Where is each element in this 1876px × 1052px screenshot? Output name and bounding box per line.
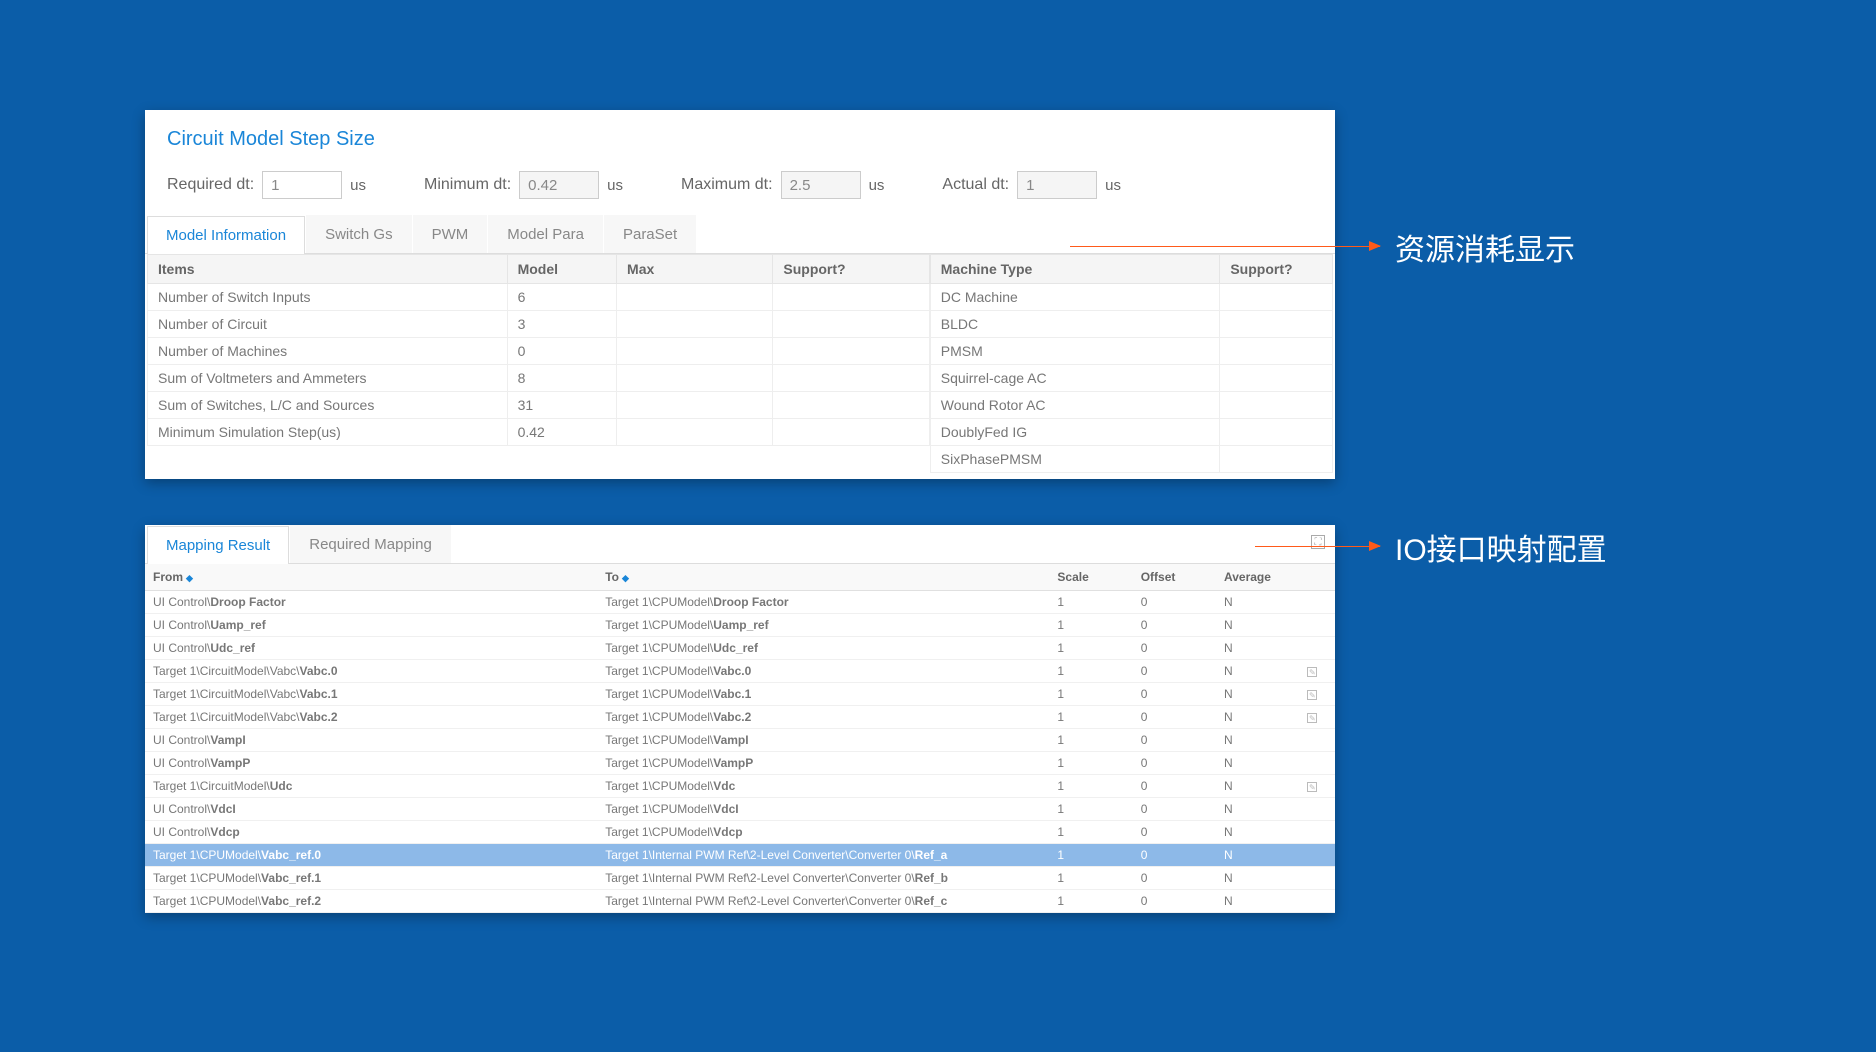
annotation-resource: 资源消耗显示	[1395, 225, 1575, 269]
sort-icon[interactable]: ◆	[622, 573, 629, 583]
mapping-row[interactable]: Target 1\CircuitModel\Vabc\Vabc.1Target …	[145, 683, 1335, 706]
col-scale[interactable]: Scale	[1049, 564, 1132, 591]
required-dt-unit: us	[350, 177, 366, 194]
tab-switch-gs[interactable]: Switch Gs	[306, 215, 412, 253]
minimum-dt-label: Minimum dt:	[424, 176, 511, 194]
maximum-dt-input	[781, 171, 861, 199]
mapping-row[interactable]: Target 1\CircuitModel\Vabc\Vabc.0Target …	[145, 660, 1335, 683]
mapping-panel: ⛶ Mapping ResultRequired Mapping From◆ T…	[145, 525, 1335, 913]
table-row[interactable]: Number of Circuit3	[148, 311, 930, 338]
col-max[interactable]: Max	[617, 255, 773, 284]
table-row[interactable]: Sum of Switches, L/C and Sources31	[148, 392, 930, 419]
maximum-dt-unit: us	[869, 177, 885, 194]
panel2-tabs: Mapping ResultRequired Mapping	[145, 525, 1335, 564]
col-to[interactable]: To◆	[597, 564, 1049, 591]
col-model[interactable]: Model	[507, 255, 616, 284]
col-from[interactable]: From◆	[145, 564, 597, 591]
table-row[interactable]: PMSM	[930, 338, 1332, 365]
tab-pwm[interactable]: PWM	[413, 215, 488, 253]
table-row[interactable]: Sum of Voltmeters and Ammeters8	[148, 365, 930, 392]
mapping-row[interactable]: UI Control\Droop FactorTarget 1\CPUModel…	[145, 591, 1335, 614]
actual-dt-input	[1017, 171, 1097, 199]
step-size-row: Required dt: us Minimum dt: us Maximum d…	[145, 165, 1335, 215]
panel1-tabs: Model InformationSwitch GsPWMModel ParaP…	[145, 215, 1335, 254]
mapping-row[interactable]: UI Control\VdcpTarget 1\CPUModel\Vdcp10N	[145, 821, 1335, 844]
sort-icon[interactable]: ◆	[186, 573, 193, 583]
mapping-row[interactable]: Target 1\CircuitModel\UdcTarget 1\CPUMod…	[145, 775, 1335, 798]
mapping-row[interactable]: UI Control\Uamp_refTarget 1\CPUModel\Uam…	[145, 614, 1335, 637]
actual-dt-label: Actual dt:	[942, 176, 1009, 194]
circuit-model-panel: Circuit Model Step Size Required dt: us …	[145, 110, 1335, 479]
col-items[interactable]: Items	[148, 255, 508, 284]
actual-dt-unit: us	[1105, 177, 1121, 194]
panel1-title: Circuit Model Step Size	[145, 110, 1335, 165]
annotation-io-mapping: IO接口映射配置	[1395, 525, 1607, 569]
col-average[interactable]: Average	[1216, 564, 1299, 591]
edit-icon[interactable]: ✎	[1307, 782, 1317, 792]
col-machine-type[interactable]: Machine Type	[930, 255, 1220, 284]
annotation-arrow-1	[1070, 246, 1380, 247]
machine-type-table: Machine Type Support? DC MachineBLDCPMSM…	[930, 254, 1333, 473]
model-info-table: Items Model Max Support? Number of Switc…	[147, 254, 930, 446]
required-dt-input[interactable]	[262, 171, 342, 199]
minimum-dt-input	[519, 171, 599, 199]
mapping-row[interactable]: Target 1\CPUModel\Vabc_ref.0Target 1\Int…	[145, 844, 1335, 867]
mapping-table: From◆ To◆ Scale Offset Average UI Contro…	[145, 564, 1335, 913]
maximum-dt-label: Maximum dt:	[681, 176, 773, 194]
table-row[interactable]: DoublyFed IG	[930, 419, 1332, 446]
table-row[interactable]: Wound Rotor AC	[930, 392, 1332, 419]
mapping-row[interactable]: UI Control\VampPTarget 1\CPUModel\VampP1…	[145, 752, 1335, 775]
col-support[interactable]: Support?	[773, 255, 929, 284]
tab-paraset[interactable]: ParaSet	[604, 215, 696, 253]
edit-icon[interactable]: ✎	[1307, 713, 1317, 723]
table-row[interactable]: Squirrel-cage AC	[930, 365, 1332, 392]
tab-model-information[interactable]: Model Information	[147, 216, 305, 254]
mapping-row[interactable]: Target 1\CircuitModel\Vabc\Vabc.2Target …	[145, 706, 1335, 729]
tab-model-para[interactable]: Model Para	[488, 215, 603, 253]
mapping-row[interactable]: UI Control\VdcITarget 1\CPUModel\VdcI10N	[145, 798, 1335, 821]
table-row[interactable]: DC Machine	[930, 284, 1332, 311]
col-offset[interactable]: Offset	[1133, 564, 1216, 591]
annotation-arrow-2	[1255, 546, 1380, 547]
mapping-row[interactable]: UI Control\Udc_refTarget 1\CPUModel\Udc_…	[145, 637, 1335, 660]
table-row[interactable]: SixPhasePMSM	[930, 446, 1332, 473]
table-row[interactable]: Number of Machines0	[148, 338, 930, 365]
table-row[interactable]: Number of Switch Inputs6	[148, 284, 930, 311]
edit-icon[interactable]: ✎	[1307, 690, 1317, 700]
mapping-row[interactable]: Target 1\CPUModel\Vabc_ref.1Target 1\Int…	[145, 867, 1335, 890]
required-dt-label: Required dt:	[167, 176, 254, 194]
table-row[interactable]: BLDC	[930, 311, 1332, 338]
minimum-dt-unit: us	[607, 177, 623, 194]
tab-mapping-result[interactable]: Mapping Result	[147, 526, 289, 564]
table-row[interactable]: Minimum Simulation Step(us)0.42	[148, 419, 930, 446]
mapping-row[interactable]: Target 1\CPUModel\Vabc_ref.2Target 1\Int…	[145, 890, 1335, 913]
tab-required-mapping[interactable]: Required Mapping	[290, 525, 451, 563]
edit-icon[interactable]: ✎	[1307, 667, 1317, 677]
mapping-row[interactable]: UI Control\VampITarget 1\CPUModel\VampI1…	[145, 729, 1335, 752]
col-machine-support[interactable]: Support?	[1220, 255, 1333, 284]
